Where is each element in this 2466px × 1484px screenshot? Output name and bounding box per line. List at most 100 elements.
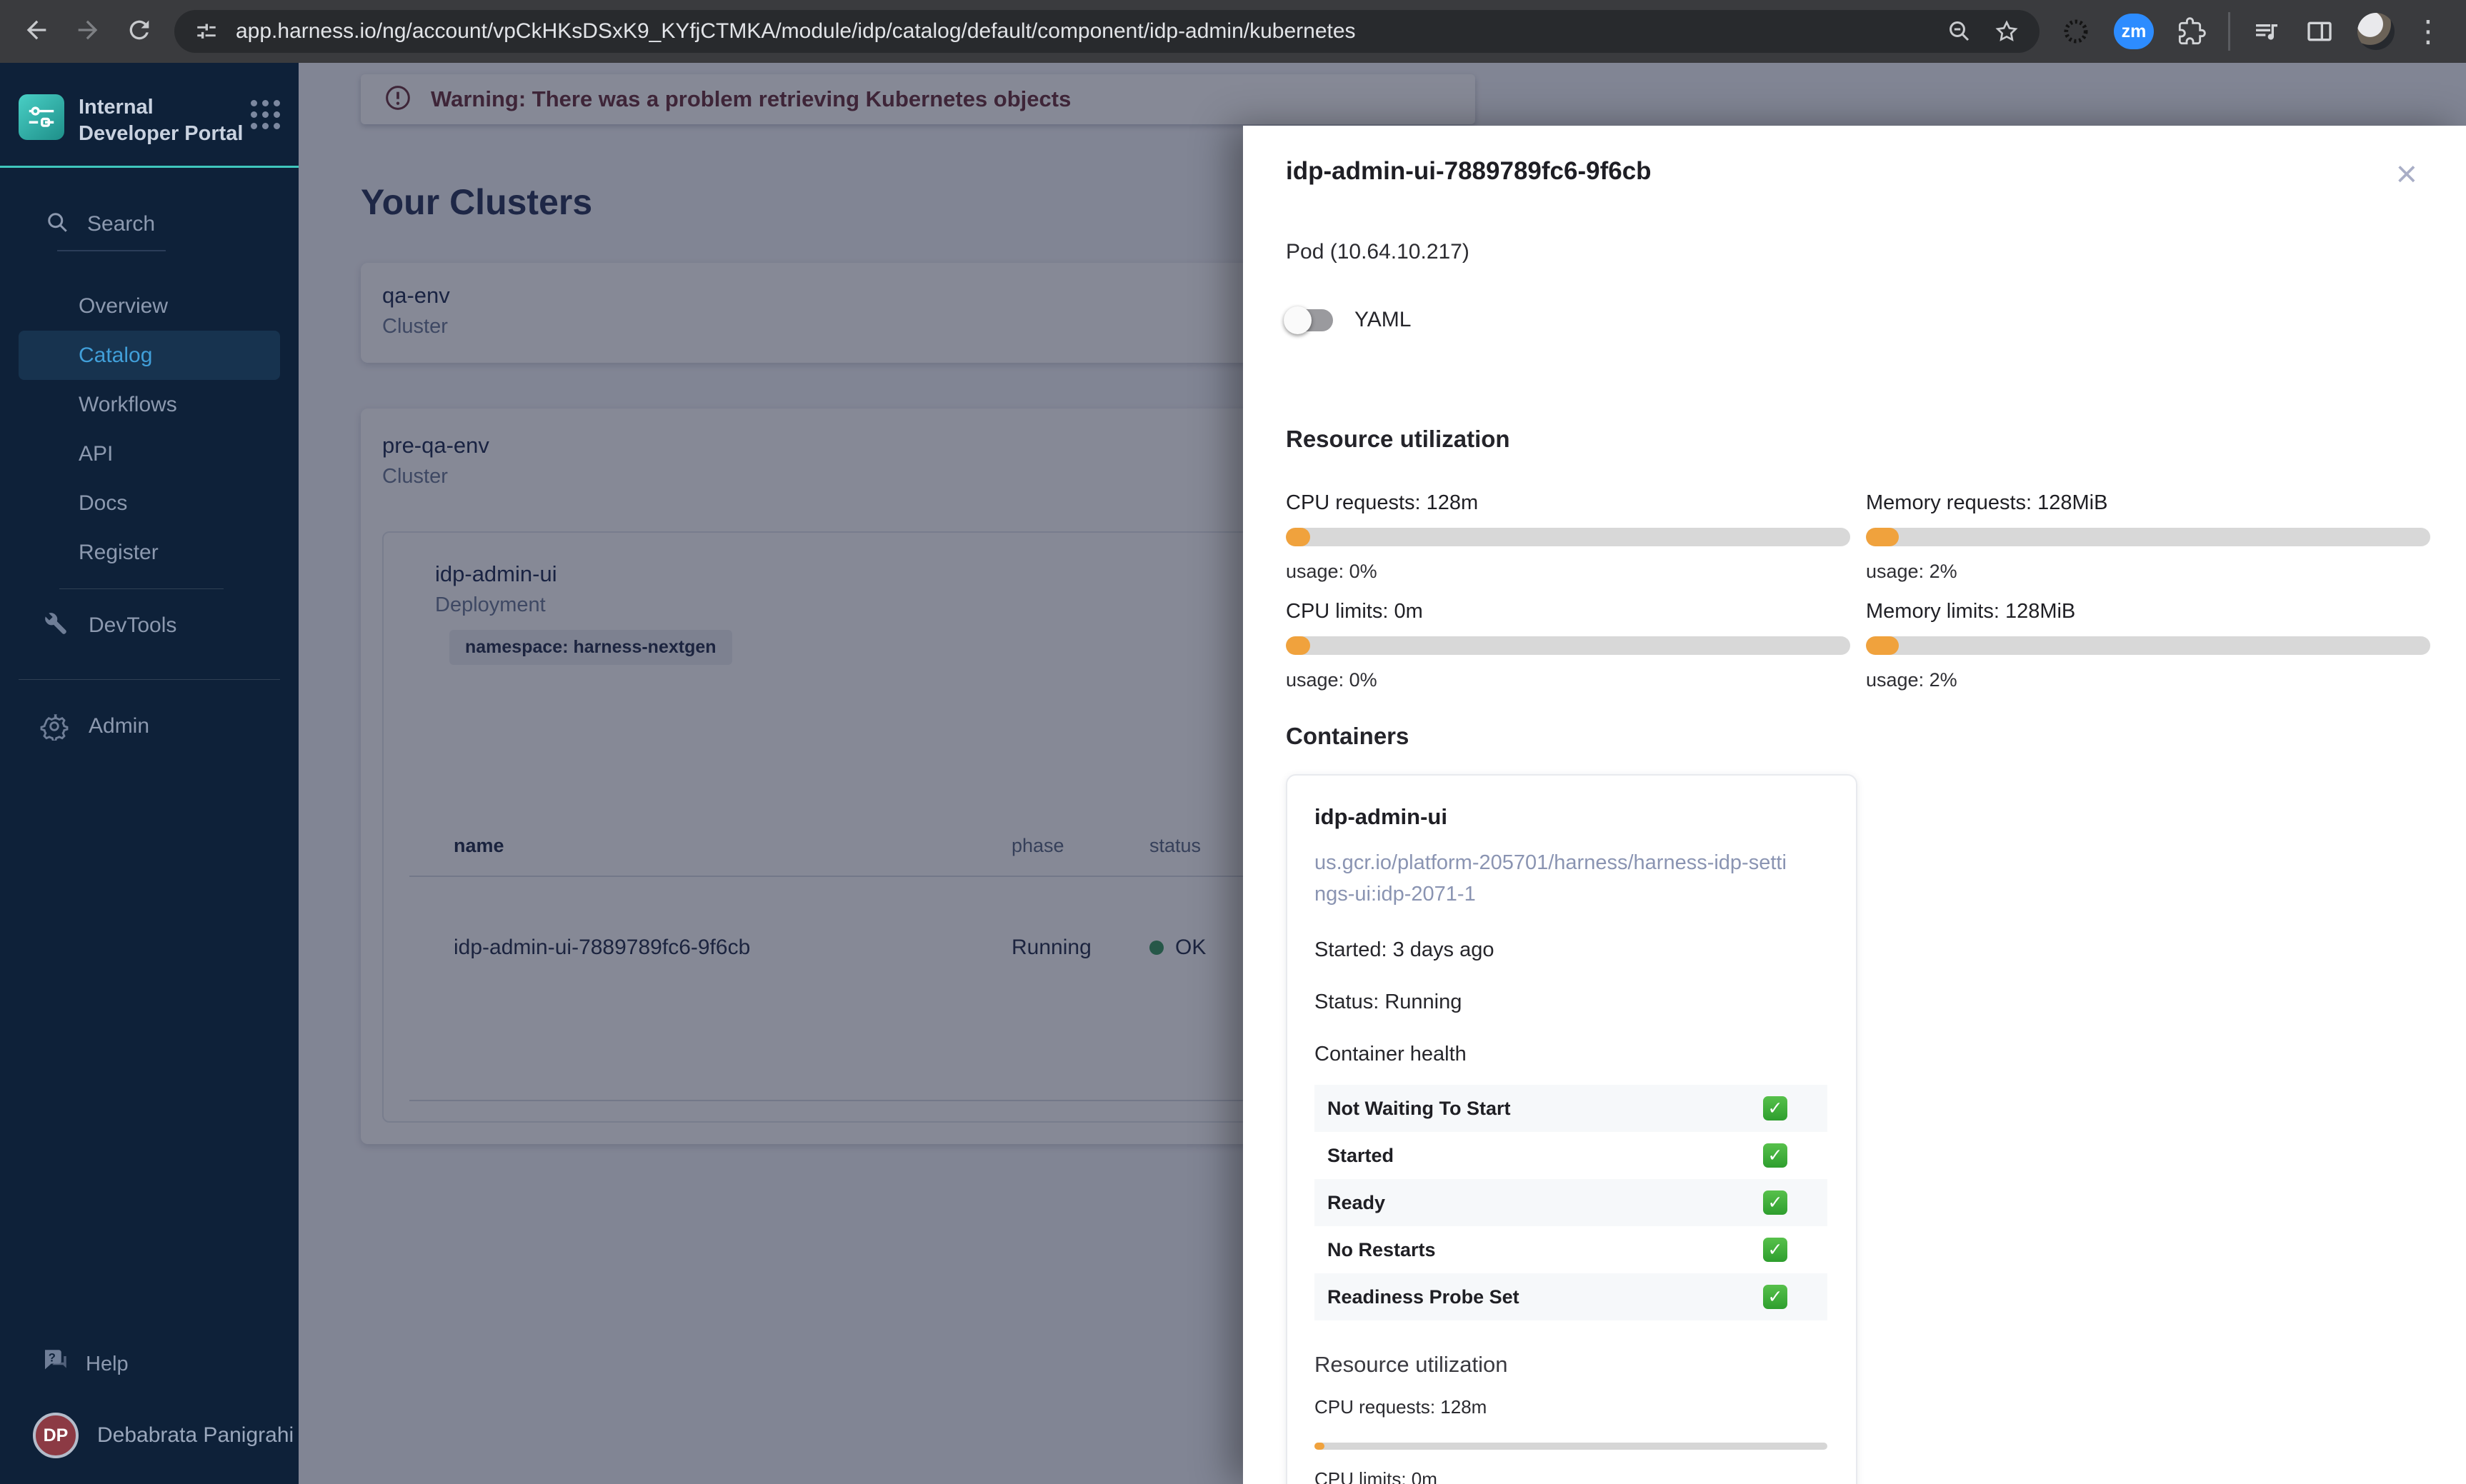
meter-usage: usage: 0% — [1286, 669, 1377, 691]
nav-label: Docs — [79, 491, 128, 515]
sidebar-item-admin[interactable]: Admin — [0, 701, 299, 751]
sidebar-accent-divider — [0, 166, 299, 168]
container-started: Started: 3 days ago — [1314, 938, 1494, 961]
sidebar-search[interactable]: Search — [44, 209, 299, 239]
sidebar: Internal Developer Portal Search Overvie… — [0, 63, 299, 1484]
meter-fill — [1286, 636, 1310, 655]
containers-heading: Containers — [1286, 723, 1409, 749]
meter-bar — [1314, 1443, 1827, 1450]
sidebar-item-devtools[interactable]: DevTools — [0, 601, 299, 651]
meter-cpu-requests: CPU requests: 128m usage: 0% — [1286, 491, 1850, 590]
toolbar-divider — [2228, 12, 2230, 51]
forward-button[interactable] — [67, 11, 109, 52]
url-text[interactable]: app.harness.io/ng/account/vpCkHKsDSxK9_K… — [236, 19, 1925, 44]
resource-utilization-meters: CPU requests: 128m usage: 0% Memory requ… — [1286, 491, 2430, 698]
browser-toolbar: app.harness.io/ng/account/vpCkHKsDSxK9_K… — [0, 0, 2466, 63]
container-health-table: Not Waiting To Start Started Ready No Re… — [1314, 1085, 1827, 1320]
app-title: Internal Developer Portal — [79, 96, 244, 145]
user-menu[interactable]: DP Debabrata Panigrahi — [0, 1413, 299, 1458]
health-row: Not Waiting To Start — [1314, 1085, 1827, 1132]
zoom-extension-icon[interactable]: zm — [2114, 14, 2154, 49]
meter-usage: usage: 2% — [1866, 669, 1957, 691]
health-row: Ready — [1314, 1179, 1827, 1226]
devtools-label: DevTools — [89, 613, 177, 637]
health-row: Readiness Probe Set — [1314, 1273, 1827, 1320]
search-icon — [44, 209, 70, 239]
check-pass-icon — [1763, 1190, 1787, 1215]
bookmark-star-icon[interactable] — [1994, 19, 2020, 44]
close-icon[interactable]: × — [2396, 156, 2417, 193]
yaml-toggle-row: YAML — [1284, 304, 2430, 336]
sidebar-item-workflows[interactable]: Workflows — [0, 380, 299, 429]
sidebar-item-overview[interactable]: Overview — [0, 281, 299, 331]
meter-memory-limits: Memory limits: 128MiB usage: 2% — [1866, 600, 2430, 698]
health-row: Started — [1314, 1132, 1827, 1179]
container-meter-cpu-limits: CPU limits: 0m — [1314, 1468, 1827, 1484]
loading-extension-icon[interactable] — [2061, 16, 2091, 46]
container-image: us.gcr.io/platform-205701/harness/harnes… — [1314, 851, 1787, 906]
nav-label: Catalog — [79, 343, 153, 367]
health-label: No Restarts — [1327, 1238, 1436, 1260]
meter-bar — [1866, 636, 2430, 655]
sidebar-item-register[interactable]: Register — [0, 528, 299, 577]
apps-grid-icon[interactable] — [251, 100, 280, 129]
sidebar-footer: ? Help DP Debabrata Panigrahi — [0, 1341, 299, 1484]
browser-profile-avatar[interactable] — [2357, 13, 2395, 50]
meter-bar — [1866, 528, 2430, 546]
media-controls-icon[interactable] — [2252, 16, 2282, 46]
nav-label: Register — [79, 540, 159, 564]
meter-fill — [1314, 1443, 1324, 1450]
drawer-title: idp-admin-ui-7889789fc6-9f6cb — [1286, 157, 1652, 185]
back-button[interactable] — [16, 11, 57, 52]
resource-utilization-heading: Resource utilization — [1286, 426, 1510, 452]
idp-logo — [19, 94, 64, 140]
check-pass-icon — [1763, 1285, 1787, 1309]
health-row: No Restarts — [1314, 1226, 1827, 1273]
search-placeholder: Search — [87, 211, 156, 236]
toggle-knob — [1284, 306, 1312, 334]
meter-label: CPU requests: 128m — [1286, 491, 1479, 514]
screen: app.harness.io/ng/account/vpCkHKsDSxK9_K… — [0, 0, 2466, 1484]
sidebar-item-api[interactable]: API — [0, 429, 299, 478]
container-health-heading: Container health — [1314, 1043, 1467, 1066]
meter-memory-requests: Memory requests: 128MiB usage: 2% — [1866, 491, 2430, 590]
meter-label: CPU limits: 0m — [1286, 600, 1423, 623]
container-name: idp-admin-ui — [1314, 804, 1447, 829]
zoom-out-page-icon[interactable] — [1947, 19, 1972, 44]
meter-label: Memory limits: 128MiB — [1866, 600, 2076, 623]
back-icon — [22, 16, 51, 48]
admin-label: Admin — [89, 714, 150, 738]
sidebar-item-docs[interactable]: Docs — [0, 478, 299, 528]
user-name: Debabrata Panigrahi — [97, 1423, 294, 1447]
health-label: Ready — [1327, 1191, 1386, 1213]
meter-bar — [1286, 636, 1850, 655]
extensions-puzzle-icon[interactable] — [2177, 16, 2207, 46]
reload-button[interactable] — [119, 11, 160, 52]
help-label: Help — [86, 1352, 129, 1375]
nav-label: Overview — [79, 294, 169, 318]
pod-subtitle: Pod (10.64.10.217) — [1286, 240, 1469, 264]
meter-cpu-limits: CPU limits: 0m usage: 0% — [1286, 600, 1850, 698]
check-pass-icon — [1763, 1238, 1787, 1262]
health-label: Readiness Probe Set — [1327, 1285, 1519, 1308]
sidebar-item-catalog[interactable]: Catalog — [19, 331, 280, 380]
site-settings-icon[interactable] — [194, 19, 219, 44]
container-status: Status: Running — [1314, 991, 1462, 1013]
wrench-icon — [40, 608, 69, 643]
help-button[interactable]: ? Help — [0, 1341, 299, 1387]
address-bar[interactable]: app.harness.io/ng/account/vpCkHKsDSxK9_K… — [174, 10, 2040, 53]
browser-menu-icon[interactable]: ⋮ — [2413, 16, 2443, 46]
check-pass-icon — [1763, 1143, 1787, 1168]
meter-usage: usage: 2% — [1866, 561, 1957, 582]
meter-fill — [1286, 528, 1310, 546]
meter-usage: usage: 0% — [1286, 561, 1377, 582]
sidebar-divider — [19, 679, 280, 680]
sidebar-nav: Overview Catalog Workflows API Docs Regi… — [0, 281, 299, 577]
nav-label: Workflows — [79, 392, 177, 416]
yaml-toggle[interactable] — [1284, 306, 1333, 334]
sidebar-header: Internal Developer Portal — [0, 63, 299, 147]
container-card: idp-admin-ui us.gcr.io/platform-205701/h… — [1286, 774, 1857, 1484]
side-panel-icon[interactable] — [2305, 16, 2335, 46]
reload-icon — [125, 16, 154, 48]
health-label: Not Waiting To Start — [1327, 1097, 1511, 1119]
